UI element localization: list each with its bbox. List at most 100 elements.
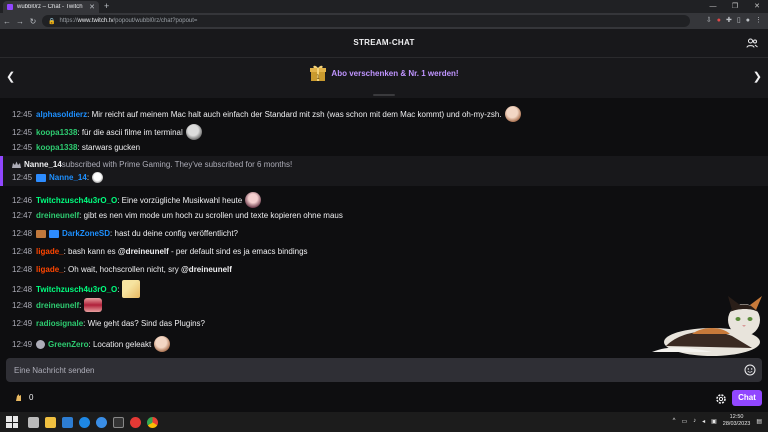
- user-badge-icon[interactable]: [36, 229, 47, 238]
- prime-badge-icon[interactable]: [49, 229, 60, 238]
- user-mention[interactable]: @dreineunelf: [181, 264, 232, 275]
- network-icon[interactable]: ▭: [681, 418, 687, 425]
- sidebar-icon[interactable]: ▯: [737, 15, 741, 27]
- chat-message: 12:49 GreenZero : Location geleakt: [12, 336, 171, 352]
- close-tab-icon[interactable]: ✕: [89, 3, 95, 11]
- gift-sub-banner[interactable]: ❮ 1 Abo verschenken & Nr. 1 werden! ❯: [0, 58, 768, 98]
- message-username[interactable]: radiosignale: [36, 318, 83, 329]
- message-timestamp: 12:47: [12, 211, 33, 220]
- message-timestamp: 12:48: [12, 300, 33, 310]
- channel-points-value: 0: [29, 393, 34, 402]
- message-username[interactable]: koopa1338: [36, 142, 77, 153]
- chevron-right-icon[interactable]: ❯: [753, 70, 762, 83]
- file-explorer-icon[interactable]: [45, 416, 56, 428]
- minimize-icon[interactable]: —: [702, 0, 724, 13]
- chat-message: 12:48 DarkZoneSD : hast du deine config …: [12, 228, 238, 239]
- message-timestamp: 12:45: [12, 173, 33, 182]
- promo-text: Abo verschenken & Nr. 1 werden!: [331, 68, 459, 78]
- chat-message: 12:45 koopa1338 : für die ascii filme im…: [12, 124, 202, 140]
- gift-sub-promo[interactable]: 1 Abo verschenken & Nr. 1 werden!: [0, 64, 768, 82]
- user-badge-icon[interactable]: [36, 339, 46, 349]
- message-text: : für die ascii filme im terminal: [77, 127, 183, 137]
- smiley-icon[interactable]: [744, 364, 756, 376]
- message-username[interactable]: Twitchzusch4u3rO_O: [36, 195, 117, 206]
- terminal-icon[interactable]: [113, 416, 124, 428]
- new-tab-button[interactable]: +: [104, 1, 109, 12]
- chat-message: 12:45 Nanne_14 :: [12, 172, 104, 183]
- forward-icon[interactable]: →: [14, 17, 26, 26]
- user-mention[interactable]: @dreineunelf: [118, 246, 169, 257]
- tray-chevron-icon[interactable]: ^: [673, 418, 676, 424]
- chat-input-placeholder: Eine Nachricht senden: [14, 365, 95, 375]
- message-username[interactable]: ligade_: [36, 264, 64, 275]
- notification-icon[interactable]: ▤: [756, 418, 762, 425]
- wojak-emote-icon[interactable]: [504, 106, 521, 122]
- message-text: : Eine vorzügliche Musikwahl heute: [117, 195, 243, 205]
- message-text: : Mir reicht auf meinem Mac halt auch ei…: [87, 109, 502, 119]
- message-username[interactable]: GreenZero: [48, 339, 88, 350]
- gift-icon: 1: [310, 65, 327, 81]
- channel-points-icon: [16, 394, 21, 401]
- chat-message-input[interactable]: Eine Nachricht senden: [6, 358, 762, 382]
- pepe-emote-icon[interactable]: [185, 124, 202, 140]
- twitch-favicon-icon: [7, 4, 13, 10]
- reload-icon[interactable]: ↻: [27, 17, 39, 26]
- drag-handle[interactable]: [373, 94, 395, 96]
- community-users-icon[interactable]: [746, 37, 758, 49]
- browser-tab[interactable]: wubbl0rz – Chat - Twitch ✕: [3, 1, 99, 13]
- message-username[interactable]: Twitchzusch4u3rO_O: [36, 284, 117, 295]
- windows-taskbar: ^ ▭ ♪ ◂ ▣ 12:50 28/03/2023 ▤: [0, 412, 768, 432]
- message-username[interactable]: DarkZoneSD: [62, 228, 110, 239]
- microphone-icon[interactable]: ♪: [693, 418, 696, 424]
- message-username[interactable]: koopa1338: [36, 127, 77, 138]
- lips-emote-icon[interactable]: [84, 298, 103, 312]
- extension-icon[interactable]: ●: [717, 15, 721, 27]
- close-window-icon[interactable]: ✕: [746, 0, 768, 13]
- message-timestamp: 12:45: [12, 143, 33, 152]
- lock-icon[interactable]: 🔒: [48, 18, 55, 25]
- maximize-icon[interactable]: ❐: [724, 0, 746, 13]
- subscriber-username[interactable]: Nanne_14: [24, 159, 62, 170]
- gear-icon[interactable]: [714, 392, 728, 406]
- browser-tab-strip: wubbl0rz – Chat - Twitch ✕ + — ❐ ✕: [0, 0, 768, 13]
- skull-emote-icon[interactable]: [92, 172, 104, 183]
- system-clock[interactable]: 12:50 28/03/2023: [723, 414, 751, 428]
- menu-kebab-icon[interactable]: ⋮: [755, 15, 762, 27]
- message-username[interactable]: alphasoldierz: [36, 109, 87, 120]
- system-tray: ^ ▭ ♪ ◂ ▣ 12:50 28/03/2023 ▤: [673, 414, 762, 428]
- message-timestamp: 12:48: [12, 265, 33, 274]
- edge-icon[interactable]: [79, 416, 90, 428]
- back-icon[interactable]: ←: [1, 17, 13, 26]
- cat-image: [652, 296, 762, 356]
- message-timestamp: 12:45: [12, 127, 33, 137]
- message-timestamp: 12:48: [12, 284, 33, 294]
- anime-emote-icon[interactable]: [245, 192, 262, 208]
- chat-message: 12:48 ligade_ : bash kann es @dreineunel…: [12, 246, 308, 257]
- speaker-icon[interactable]: ◂: [702, 418, 705, 425]
- browser-tab-title: wubbl0rz – Chat - Twitch: [17, 4, 83, 10]
- share-icon[interactable]: ⇩: [706, 15, 712, 27]
- puzzle-icon[interactable]: ✚: [726, 15, 732, 27]
- face-emote-icon[interactable]: [154, 336, 171, 352]
- chrome-icon[interactable]: [147, 416, 158, 428]
- windows-start-icon[interactable]: [6, 416, 18, 428]
- message-username[interactable]: dreineunelf: [36, 300, 79, 311]
- address-bar[interactable]: 🔒 https://www.twitch.tv/popout/wubbl0rz/…: [42, 15, 690, 27]
- chat-message: 12:47 dreineunelf : gibt es nen vim mode…: [12, 210, 343, 221]
- prime-badge-icon[interactable]: [36, 173, 47, 182]
- chat-footer: 0 Chat: [0, 388, 768, 410]
- task-view-icon[interactable]: [28, 416, 39, 428]
- profile-icon[interactable]: ●: [746, 15, 750, 27]
- message-timestamp: 12:46: [12, 195, 33, 205]
- opera-icon[interactable]: [130, 416, 141, 428]
- message-username[interactable]: Nanne_14: [49, 172, 87, 183]
- message-username[interactable]: dreineunelf: [36, 210, 79, 221]
- language-icon[interactable]: ▣: [711, 418, 717, 425]
- channel-points[interactable]: 0: [14, 393, 33, 402]
- store-icon[interactable]: [62, 416, 73, 428]
- message-username[interactable]: ligade_: [36, 246, 64, 257]
- send-chat-button[interactable]: Chat: [732, 390, 762, 406]
- app-icon[interactable]: [96, 416, 107, 428]
- chat-header: STREAM-CHAT: [0, 29, 768, 58]
- blonde-emote-icon[interactable]: [122, 280, 141, 298]
